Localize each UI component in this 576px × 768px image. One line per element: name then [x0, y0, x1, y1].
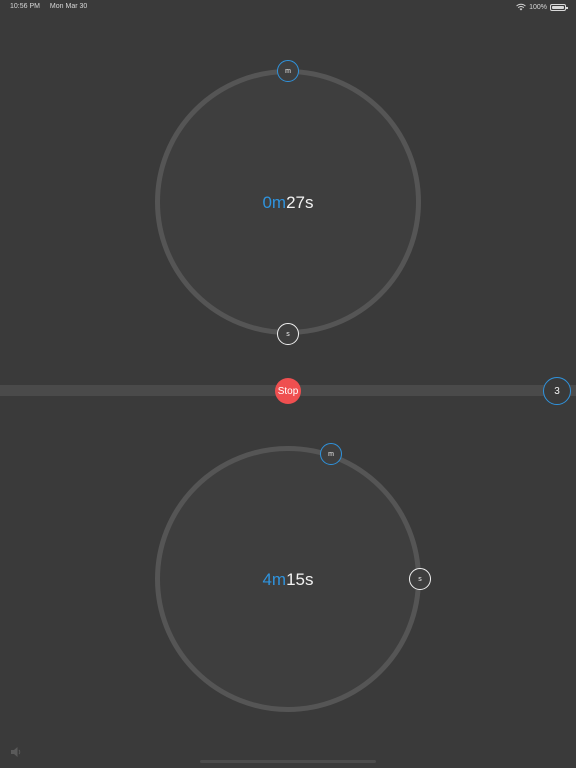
battery-icon — [550, 3, 568, 11]
count-button[interactable]: 3 — [543, 377, 571, 405]
top-timer-display: 0m27s — [0, 193, 576, 213]
bottom-timer-seconds: 15s — [286, 570, 314, 589]
wifi-icon — [516, 3, 526, 11]
top-timer-seconds: 27s — [286, 193, 314, 212]
speaker-icon[interactable] — [9, 745, 23, 759]
home-indicator[interactable] — [200, 760, 376, 763]
stop-button[interactable]: Stop — [275, 378, 301, 404]
top-timer-minutes: 0m — [262, 193, 287, 212]
status-time: 10:56 PM — [10, 3, 40, 10]
bottom-minute-knob[interactable]: m — [320, 443, 342, 465]
bottom-timer-minutes: 4m — [262, 570, 287, 589]
status-date: Mon Mar 30 — [49, 3, 88, 10]
top-second-knob[interactable]: s — [277, 323, 299, 345]
battery-percent: 100% — [529, 3, 547, 11]
bottom-timer-display: 4m15s — [0, 570, 576, 590]
bottom-second-knob[interactable]: s — [409, 568, 431, 590]
top-minute-knob[interactable]: m — [277, 60, 299, 82]
status-bar: 10:56 PM Mon Mar 30 100% — [0, 0, 576, 14]
